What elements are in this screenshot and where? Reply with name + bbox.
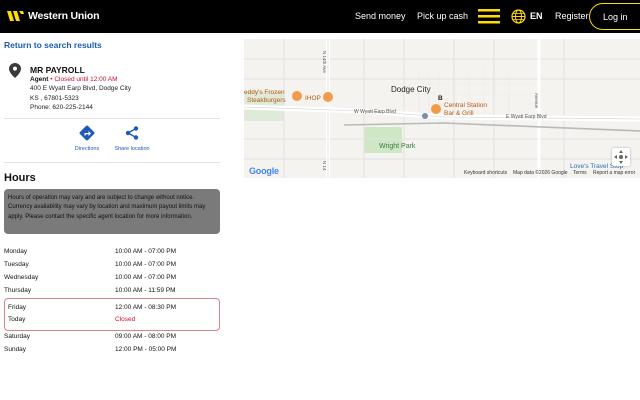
map-street-n14-lower: N 14 <box>322 161 327 171</box>
day-name: Tuesday <box>4 261 29 268</box>
map-marker-label[interactable]: B <box>438 95 443 102</box>
map-park-label: Wright Park <box>379 143 416 150</box>
map-poi-central-station[interactable]: Central Station <box>444 102 487 109</box>
map-canvas <box>244 39 640 178</box>
day-name: Sunday <box>4 346 27 353</box>
map-poi-freddys[interactable]: eddy's Frozen <box>244 89 285 96</box>
camera-move-icon <box>614 150 628 164</box>
divider <box>4 162 220 163</box>
hours-row-friday: Friday 12:00 AM - 08:30 PM <box>8 304 224 314</box>
today-highlight-box <box>4 298 220 331</box>
map-terms-link[interactable]: Terms <box>573 170 587 176</box>
share-icon <box>125 126 139 140</box>
today-status: Closed <box>115 316 136 323</box>
today-label: Today <box>8 316 26 323</box>
day-name: Friday <box>8 304 27 311</box>
day-time: 10:00 AM - 07:00 PM <box>115 261 177 268</box>
map-street-wyatt-w: W Wyatt Earp Blvd <box>354 109 396 115</box>
location-pin-icon <box>9 63 21 78</box>
brand-name: Western Union <box>28 10 100 22</box>
day-time: 12:00 PM - 05:00 PM <box>115 346 177 353</box>
hours-row-today: Today Closed <box>8 316 224 326</box>
location-map[interactable]: Dodge City eddy's Frozen Steakburgers IH… <box>244 39 640 178</box>
agent-status-row: Agent • Closed until 12:00 AM <box>30 76 118 83</box>
hamburger-menu-icon[interactable] <box>478 9 500 24</box>
map-street-n14: N 14th Ave <box>322 51 327 73</box>
hours-row-thursday: Thursday 10:00 AM - 11:59 PM <box>4 287 220 297</box>
map-street-wyatt-e: E Wyatt Earp Blvd <box>506 114 547 120</box>
address-line-2: KS , 67801-5323 <box>30 95 79 102</box>
report-map-error-link[interactable]: Report a map error <box>593 170 635 176</box>
agent-name: MR PAYROLL <box>30 65 85 75</box>
directions-label: Directions <box>74 146 100 152</box>
agent-phone[interactable]: Phone: 620-225-2144 <box>30 104 93 111</box>
hours-notice: Hours of operation may vary and are subj… <box>4 189 220 234</box>
hours-row-monday: Monday 10:00 AM - 07:00 PM <box>4 248 220 258</box>
hours-row-wednesday: Wednesday 10:00 AM - 07:00 PM <box>4 274 220 284</box>
globe-icon[interactable] <box>511 9 526 24</box>
top-header: Western Union Send money Pick up cash EN… <box>0 0 640 33</box>
hours-title: Hours <box>4 172 36 184</box>
return-to-search-link[interactable]: Return to search results <box>4 40 102 50</box>
day-time: 10:00 AM - 07:00 PM <box>115 274 177 281</box>
address-line-1: 400 E Wyatt Earp Blvd, Dodge City <box>30 85 132 92</box>
login-button[interactable]: Log in <box>589 3 640 30</box>
keyboard-shortcuts-link[interactable]: Keyboard shortcuts <box>464 170 507 176</box>
day-time: 10:00 AM - 07:00 PM <box>115 248 177 255</box>
agent-status: Closed until 12:00 AM <box>54 76 118 83</box>
nav-send-money[interactable]: Send money <box>355 11 406 21</box>
register-link[interactable]: Register <box>555 11 589 21</box>
language-selector[interactable]: EN <box>530 11 543 21</box>
day-time: 12:00 AM - 08:30 PM <box>115 304 177 311</box>
map-street-avenue: Avenue <box>534 93 539 109</box>
google-logo: Google <box>249 166 279 176</box>
share-location-label: Share location <box>114 146 150 152</box>
hours-row-tuesday: Tuesday 10:00 AM - 07:00 PM <box>4 261 220 271</box>
nav-pick-up-cash[interactable]: Pick up cash <box>417 11 468 21</box>
western-union-logo[interactable]: Western Union <box>7 10 99 22</box>
divider <box>4 118 220 119</box>
western-union-logo-icon <box>7 11 24 21</box>
map-city-label: Dodge City <box>391 85 431 94</box>
share-location-button[interactable]: Share location <box>112 125 152 152</box>
map-camera-control[interactable] <box>612 148 630 166</box>
google-logo-text: Google <box>249 166 279 176</box>
directions-icon <box>79 125 95 141</box>
directions-button[interactable]: Directions <box>67 125 107 152</box>
day-name: Monday <box>4 248 28 255</box>
day-name: Saturday <box>4 333 31 340</box>
day-name: Thursday <box>4 287 32 294</box>
map-poi-freddys-line2[interactable]: Steakburgers <box>247 97 286 104</box>
hours-row-sunday: Sunday 12:00 PM - 05:00 PM <box>4 346 220 356</box>
map-poi-central-station-line2[interactable]: Bar & Grill <box>444 110 474 117</box>
day-name: Wednesday <box>4 274 39 281</box>
day-time: 10:00 AM - 11:59 PM <box>115 287 176 294</box>
day-time: 09:00 AM - 08:00 PM <box>115 333 177 340</box>
agent-type: Agent <box>30 76 49 83</box>
map-data-attribution: Map data ©2026 Google <box>513 170 568 176</box>
map-poi-ihop[interactable]: IHOP <box>305 95 321 102</box>
hours-row-saturday: Saturday 09:00 AM - 08:00 PM <box>4 333 220 343</box>
